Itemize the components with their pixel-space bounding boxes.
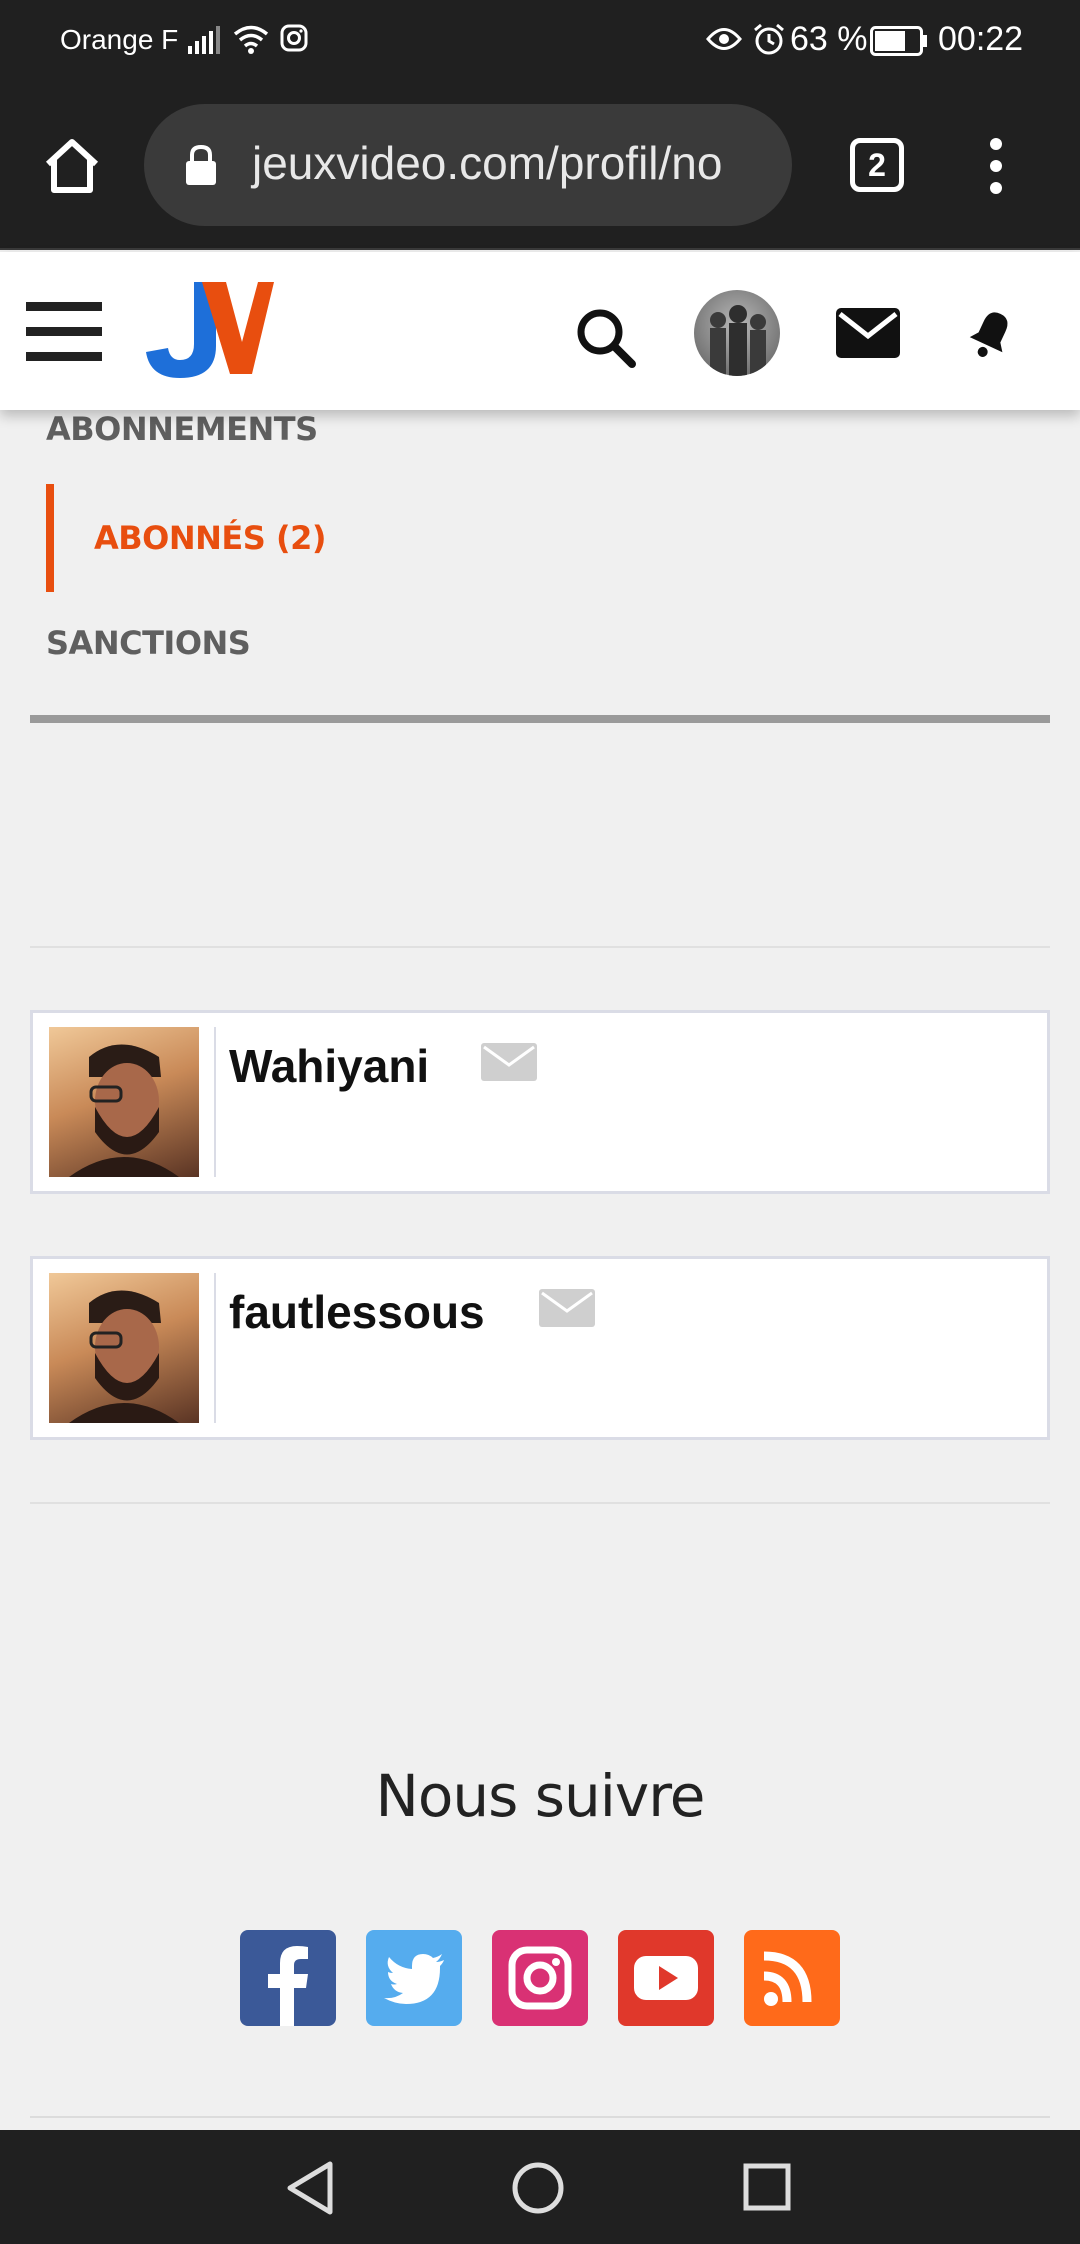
- tabs-underline: [30, 715, 1050, 723]
- back-icon[interactable]: [284, 2160, 336, 2216]
- signal-icon: [188, 26, 220, 54]
- browser-toolbar: jeuxvideo.com/profil/no 2: [0, 82, 1080, 250]
- youtube-icon[interactable]: [618, 1930, 714, 2026]
- wifi-icon: [233, 25, 269, 54]
- follower-username[interactable]: Wahiyani: [229, 1039, 429, 1093]
- rss-icon[interactable]: [744, 1930, 840, 2026]
- instagram-notification-icon: [280, 24, 308, 52]
- user-avatar[interactable]: [694, 290, 780, 376]
- tab-sanctions[interactable]: SANCTIONS: [46, 624, 251, 662]
- hamburger-menu-icon[interactable]: [26, 302, 102, 362]
- tab-abonnements[interactable]: ABONNEMENTS: [46, 410, 318, 448]
- carrier-name: Orange F: [60, 24, 179, 55]
- card-separator: [214, 1027, 216, 1177]
- footer-divider: [30, 2116, 1050, 2118]
- twitter-icon[interactable]: [366, 1930, 462, 2026]
- eye-icon: [706, 28, 742, 50]
- divider: [30, 1502, 1050, 1504]
- mail-icon[interactable]: [836, 308, 900, 358]
- follower-avatar[interactable]: [49, 1027, 199, 1177]
- search-icon[interactable]: [574, 306, 638, 370]
- divider: [30, 946, 1050, 948]
- home-icon[interactable]: [40, 134, 104, 198]
- status-bar: Orange F 63 % 00:22: [0, 0, 1080, 82]
- alarm-icon: [754, 23, 784, 55]
- instagram-icon[interactable]: [492, 1930, 588, 2026]
- follower-card[interactable]: Wahiyani: [30, 1010, 1050, 1194]
- battery-percent: 63 %: [790, 20, 868, 58]
- tab-switcher-button[interactable]: 2: [850, 138, 904, 192]
- tab-abonnes[interactable]: ABONNÉS (2): [46, 484, 326, 592]
- battery-icon: [870, 26, 927, 56]
- follow-us-title: Nous suivre: [375, 1762, 706, 1830]
- send-message-icon[interactable]: [481, 1043, 537, 1081]
- recent-apps-icon[interactable]: [742, 2162, 792, 2212]
- lock-icon: [186, 144, 216, 185]
- home-circle-icon[interactable]: [510, 2160, 566, 2216]
- send-message-icon[interactable]: [539, 1289, 595, 1327]
- jv-logo[interactable]: [146, 282, 274, 378]
- follower-username[interactable]: fautlessous: [229, 1285, 485, 1339]
- avatar-silhouettes-icon: [710, 305, 766, 376]
- android-nav-bar: [0, 2130, 1080, 2244]
- facebook-icon[interactable]: [240, 1930, 336, 2026]
- address-bar[interactable]: jeuxvideo.com/profil/no: [144, 104, 792, 226]
- person-photo-icon: [69, 1290, 179, 1423]
- person-photo-icon: [69, 1044, 179, 1177]
- follower-card[interactable]: fautlessous: [30, 1256, 1050, 1440]
- follower-avatar[interactable]: [49, 1273, 199, 1423]
- card-separator: [214, 1273, 216, 1423]
- clock: 00:22: [938, 20, 1024, 58]
- social-links: [240, 1930, 840, 2026]
- browser-menu-icon[interactable]: [986, 138, 1006, 198]
- notifications-bell-icon[interactable]: [964, 304, 1020, 360]
- site-header: [0, 252, 1080, 410]
- url-text: jeuxvideo.com/profil/no: [252, 137, 723, 189]
